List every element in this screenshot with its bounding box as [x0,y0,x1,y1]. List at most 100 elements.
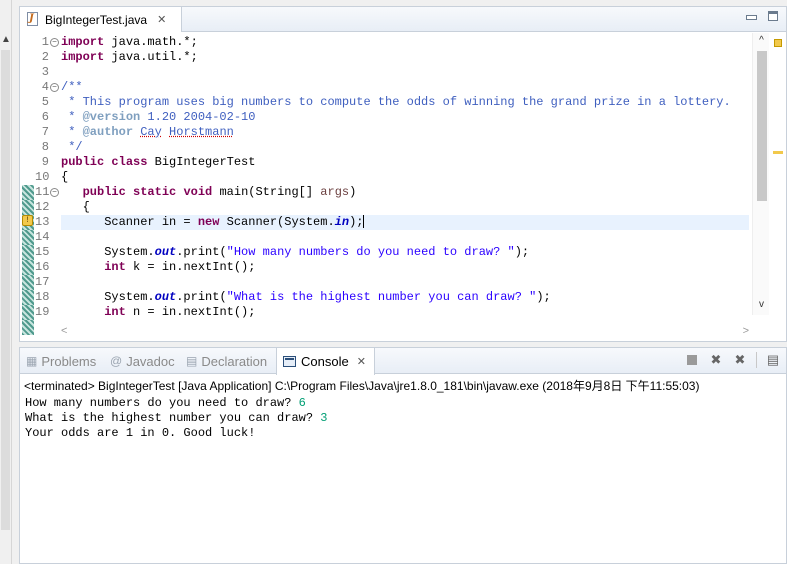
stop-icon [687,355,697,365]
line-number: 18 [35,290,50,304]
line-number: 4 [41,80,49,94]
change-marker [22,230,34,245]
overview-ruler [770,33,786,315]
change-marker [22,185,34,200]
line-number: 12 [35,200,50,214]
views-pane: ▦ Problems @ Javadoc ▤ Declaration Conso… [19,347,787,564]
scroll-right-icon[interactable]: > [743,325,749,337]
line-number-gutter: 1 − 2 3 4 − 5 6 7 8 9 10 11 − 12 13 14 1… [35,33,61,333]
remove-all-icon: ✖ [734,352,746,367]
change-marker [22,320,34,335]
code-line: System.out.print("How many numbers do yo… [61,245,530,259]
code-line: * @author Cay Horstmann [61,125,234,139]
fold-collapse-icon[interactable]: − [50,83,59,92]
line-number: 2 [41,50,49,64]
tab-console[interactable]: Console ✕ [276,348,375,375]
change-marker [22,260,34,275]
editor-pane: J BigIntegerTest.java ✕ ! 1 − 2 3 4 − 5 … [19,6,787,342]
code-line: int n = in.nextInt(); [104,305,256,319]
java-file-icon: J [26,12,40,27]
console-icon [283,356,296,367]
warning-overview-mark[interactable] [773,151,783,154]
line-number: 15 [35,245,50,259]
console-line: Your odds are 1 in 0. Good luck! [25,426,256,440]
line-number: 17 [35,275,50,289]
remove-icon: ✖ [710,352,722,367]
scroll-down-icon[interactable]: v [753,299,770,310]
change-marker [22,200,34,215]
code-line: import java.util.*; [61,50,198,64]
code-line: */ [61,140,83,154]
code-line: /** [61,80,83,94]
code-line: * @version 1.20 2004-02-10 [61,110,256,124]
scroll-left-icon[interactable]: < [61,325,67,337]
line-number: 6 [41,110,49,124]
change-marker [22,275,34,290]
terminate-button[interactable] [684,352,700,368]
remove-all-launches-button[interactable]: ✖ [732,352,748,368]
code-lines[interactable]: import java.math.*; import java.util.*; … [61,33,749,333]
line-number: 7 [41,125,49,139]
tab-problems[interactable]: ▦ Problems [26,348,96,374]
fold-collapse-icon[interactable]: − [50,188,59,197]
line-number: 8 [41,140,49,154]
current-code-line: Scanner in = new Scanner(System.in); [61,215,749,230]
line-number: 19 [35,305,50,319]
code-line: System.out.print("What is the highest nu… [61,290,551,304]
line-number: 1 [41,35,49,49]
scroll-up-icon[interactable]: ^ [753,35,770,46]
tab-declaration[interactable]: ▤ Declaration [186,348,267,374]
line-number: 16 [35,260,50,274]
maximize-icon[interactable] [768,11,778,21]
code-line: { [61,200,90,214]
text-caret [363,215,365,229]
code-line: public static void main(String[] args) [82,185,357,199]
code-line: * This program uses big numbers to compu… [61,95,731,109]
editor-window-controls [746,11,778,21]
console-line: What is the highest number you can draw?… [25,411,328,425]
editor-tab-label: BigIntegerTest.java [45,12,148,27]
code-editor[interactable]: ! 1 − 2 3 4 − 5 6 7 8 9 10 11 − 12 13 14… [20,33,786,342]
close-icon[interactable]: ✕ [357,355,366,368]
clear-console-button[interactable]: ▤ [765,352,781,368]
close-icon[interactable]: ✕ [157,13,166,26]
code-line: import java.math.*; [61,35,198,49]
editor-tab-bigintegertest[interactable]: J BigIntegerTest.java ✕ [20,7,182,32]
tab-javadoc[interactable]: @ Javadoc [110,348,175,374]
scroll-thumb[interactable] [1,50,10,530]
editor-vertical-scrollbar[interactable]: ^ v [752,33,769,315]
left-pane-scrollbar[interactable]: ▲ [0,0,12,564]
line-number: 9 [41,155,49,169]
editor-horizontal-scrollbar[interactable]: < > [61,325,749,341]
toolbar-separator [756,352,757,368]
editor-scroll-thumb[interactable] [757,51,767,201]
console-launch-status: <terminated> BigIntegerTest [Java Applic… [24,379,700,393]
warning-lightbulb-icon[interactable]: ! [22,215,33,226]
code-line: { [61,170,69,184]
scroll-up-arrow-icon[interactable]: ▲ [0,34,12,48]
clear-console-icon: ▤ [766,352,780,367]
console-line: How many numbers do you need to draw? 6 [25,396,306,410]
console-toolbar: ✖ ✖ ▤ [684,352,781,368]
change-marker [22,305,34,320]
code-line: int k = in.nextInt(); [104,260,256,274]
line-number: 10 [35,170,50,184]
remove-launch-button[interactable]: ✖ [708,352,724,368]
minimize-icon[interactable] [746,11,757,21]
warning-summary-icon[interactable] [774,39,782,47]
editor-tab-bar: J BigIntegerTest.java ✕ [20,7,786,32]
line-number: 13 [35,215,50,229]
console-output[interactable]: How many numbers do you need to draw? 6 … [25,396,765,441]
problems-icon: ▦ [26,354,38,368]
declaration-icon: ▤ [186,354,198,368]
at-icon: @ [110,354,123,368]
change-ruler: ! [20,33,35,335]
line-number: 5 [41,95,49,109]
change-marker [22,245,34,260]
fold-collapse-icon[interactable]: − [50,38,59,47]
code-line: public class BigIntegerTest [61,155,256,169]
line-number: 14 [35,230,50,244]
line-number: 11 [35,185,50,199]
change-marker [22,290,34,305]
line-number: 3 [41,65,49,79]
